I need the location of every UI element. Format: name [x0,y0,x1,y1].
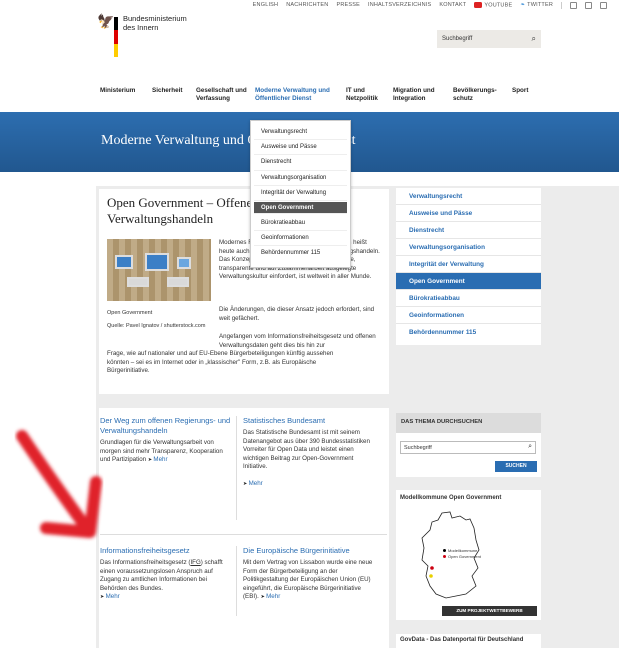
teaser-grid: Der Weg zum offenen Regierungs- und Verw… [99,408,389,648]
teaser-title[interactable]: Informationsfreiheitsgesetz [100,546,232,556]
link-youtube[interactable]: YOUTUBE [474,1,512,8]
main-navigation: Ministerium Sicherheit Gesellschaft und … [100,87,541,103]
subnav-item[interactable]: Behördennummer 115 [396,324,541,341]
link-nachrichten[interactable]: NACHRICHTEN [286,2,328,8]
govdata-heading[interactable]: GovData - Das Datenportal für Deutschlan… [396,634,541,648]
nav-dropdown-menu: Verwaltungsrecht Ausweise und Pässe Dien… [250,120,351,268]
dropdown-item[interactable]: Integrität der Verwaltung [254,186,347,201]
federal-eagle-icon: 🦅 [97,13,115,29]
search-placeholder: Suchbegriff [442,36,473,42]
subnav-item[interactable]: Verwaltungsrecht [396,188,541,205]
map-marker[interactable] [430,566,434,570]
logo-line2: des Innern [123,23,159,32]
subnav-item[interactable]: Bürokratieabbau [396,290,541,307]
dropdown-item[interactable]: Bürokratieabbau [254,216,347,232]
youtube-icon [474,1,483,8]
nav-migration[interactable]: Migration und Integration [393,87,453,103]
teaser: Der Weg zum offenen Regierungs- und Verw… [100,416,232,465]
link-presse[interactable]: PRESSE [336,2,360,8]
dropdown-item[interactable]: Dienstrecht [254,155,347,171]
twitter-icon: ❧ [520,2,526,8]
article-paragraph: Angefangen vom Informationsfreiheitsgese… [219,333,376,349]
dropdown-item[interactable]: Verwaltungsrecht [254,125,347,141]
nav-sport[interactable]: Sport [512,87,537,103]
dropdown-item-active[interactable]: Open Government [254,202,347,215]
dropdown-item[interactable]: Geoinformationen [254,231,347,247]
divider [561,1,562,9]
flag-icon [114,17,118,57]
article-paragraph: Die Änderungen, die dieser Ansatz jedoch… [219,306,375,322]
article-paragraph: Frage, wie auf nationaler und auf EU-Ebe… [107,350,334,375]
teaser-title[interactable]: Der Weg zum offenen Regierungs- und Verw… [100,416,232,436]
theme-search-box: DAS THEMA DURCHSUCHEN Suchbegriff ⌕ SUCH… [396,413,541,477]
sign-language-icon[interactable] [570,1,577,9]
modellkommune-box: Modellkommune Open Government Modellkomm… [396,490,541,620]
subnav-item[interactable]: Verwaltungsorganisation [396,239,541,256]
theme-search-button[interactable]: SUCHEN [495,461,537,472]
nav-ministerium[interactable]: Ministerium [100,87,152,103]
nav-sicherheit[interactable]: Sicherheit [152,87,196,103]
teaser-title[interactable]: Statistisches Bundesamt [243,416,375,426]
divider [236,416,237,520]
dropdown-item[interactable]: Verwaltungsorganisation [254,171,347,186]
map-legend-label: Modellkommune [448,548,478,553]
link-kontakt[interactable]: KONTAKT [439,2,466,8]
subnav-item[interactable]: Dienstrecht [396,222,541,239]
teaser: Die Europäische Bürgerinitiative Mit dem… [243,546,375,602]
subnav-item[interactable]: Ausweise und Pässe [396,205,541,222]
subnav-item-active[interactable]: Open Government [396,273,541,290]
link-twitter[interactable]: ❧ TWITTER [520,2,553,8]
easy-language-icon[interactable] [585,1,592,9]
teaser-title[interactable]: Die Europäische Bürgerinitiative [243,546,375,556]
image-caption: Open Government [107,310,153,316]
theme-search-input[interactable]: Suchbegriff ⌕ [400,441,536,454]
logo-line1: Bundesministerium [123,14,187,23]
utility-bar: ENGLISH NACHRICHTEN PRESSE INHALTSVERZEI… [253,0,607,10]
more-link[interactable]: Mehr [261,593,281,600]
image-source: Quelle: Pavel Ignatov / shutterstock.com [107,323,206,329]
section-subnav: Verwaltungsrecht Ausweise und Pässe Dien… [396,188,541,345]
dropdown-item[interactable]: Ausweise und Pässe [254,140,347,156]
ministry-logo[interactable]: 🦅 Bundesministerium des Innern [97,13,187,57]
teaser-text: Das Statistische Bundesamt ist mit seine… [243,429,370,471]
subnav-item[interactable]: Geoinformationen [396,307,541,324]
more-link[interactable]: Mehr [148,456,168,463]
nav-moderne-verwaltung[interactable]: Moderne Verwaltung und Öffentlicher Dien… [255,87,346,103]
link-english[interactable]: ENGLISH [253,2,279,8]
nav-gesellschaft[interactable]: Gesellschaft und Verfassung [196,87,255,103]
nav-it-netzpolitik[interactable]: IT und Netzpolitik [346,87,393,103]
map-marker[interactable] [429,574,433,578]
abbreviation[interactable]: IFG [190,559,200,566]
more-link[interactable]: Mehr [243,480,263,487]
theme-search-heading: DAS THEMA DURCHSUCHEN [396,413,541,433]
nav-bevoelkerungsschutz[interactable]: Bevölkerungs-schutz [453,87,512,103]
teaser: Informationsfreiheitsgesetz Das Informat… [100,546,232,602]
divider [100,534,387,535]
teaser: Statistisches Bundesamt Das Statistische… [243,416,375,490]
more-link[interactable]: Mehr [100,593,120,600]
annotation-arrow-icon [16,430,102,538]
article-image[interactable] [107,239,211,301]
subnav-item[interactable]: Integrität der Verwaltung [396,256,541,273]
map-legend-label: Open Government [448,554,481,559]
dropdown-item[interactable]: Behördennummer 115 [254,246,347,261]
search-input[interactable]: Suchbegriff ⌕ [437,30,541,48]
divider [236,546,237,616]
search-icon[interactable]: ⌕ [528,443,532,451]
link-inhaltsverzeichnis[interactable]: INHALTSVERZEICHNIS [368,2,431,8]
print-icon[interactable] [600,1,607,9]
search-icon[interactable]: ⌕ [532,34,536,44]
projektwettbewerb-button[interactable]: ZUM PROJEKTWETTBEWERB [442,606,537,616]
modellkommune-heading: Modellkommune Open Government [400,495,502,501]
